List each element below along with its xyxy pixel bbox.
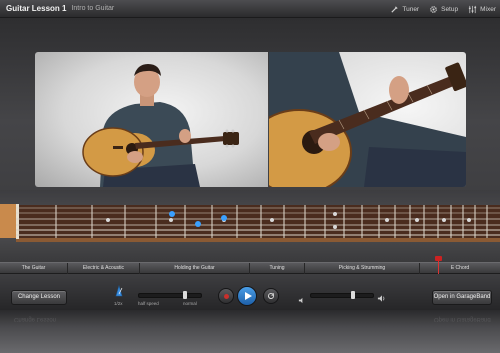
open-in-garageband-button[interactable]: Open in GarageBand (432, 290, 492, 305)
instructor-video-wide (35, 52, 268, 187)
setup-gear-icon (429, 5, 438, 14)
lesson-subtitle: Intro to Guitar (71, 5, 115, 12)
chapter-e-chord[interactable]: E Chord (420, 263, 500, 274)
tuner-label: Tuner (402, 5, 420, 13)
loop-icon (267, 287, 275, 305)
volume-slider[interactable] (310, 291, 374, 299)
speed-slider-thumb[interactable] (183, 291, 187, 299)
fretboard (0, 204, 500, 242)
tuner-icon (390, 5, 399, 14)
volume-high-icon (377, 290, 386, 308)
volume-low-icon (298, 291, 305, 309)
mixer-button[interactable]: Mixer (468, 5, 496, 14)
chapter-picking-strumming[interactable]: Picking & Strumming (305, 263, 420, 274)
mixer-label: Mixer (480, 5, 496, 13)
lesson-chapters-bar: The Guitar Electric & Acoustic Holding t… (0, 262, 500, 274)
loop-button[interactable] (263, 288, 279, 304)
control-bar: Change Lesson 1/2x half speed normal Ope… (0, 274, 500, 311)
chapter-the-guitar[interactable]: The Guitar (0, 263, 68, 274)
chapter-tuning[interactable]: Tuning (250, 263, 305, 274)
chapter-holding-the-guitar[interactable]: Holding the Guitar (140, 263, 250, 274)
record-button[interactable] (218, 288, 234, 304)
mixer-icon (468, 5, 477, 14)
speed-slider[interactable] (138, 291, 202, 299)
metronome-icon[interactable] (114, 284, 124, 302)
setup-button[interactable]: Setup (429, 5, 458, 14)
setup-label: Setup (441, 5, 459, 13)
play-icon (244, 292, 252, 300)
speed-normal-label: normal (183, 301, 197, 306)
title-bar: Guitar Lesson 1 Intro to Guitar Tuner Se… (0, 0, 500, 18)
speed-half-label: 1/2x (114, 301, 123, 306)
record-icon (223, 293, 229, 299)
speed-mid-label: half speed (138, 301, 159, 306)
floor-reflection: Change Lesson Open in GarageBand (0, 310, 500, 353)
chapter-electric-acoustic[interactable]: Electric & Acoustic (68, 263, 140, 274)
instructor-video-closeup (269, 52, 466, 187)
reflection-open-garageband: Open in GarageBand (434, 316, 491, 322)
playhead-handle[interactable] (435, 256, 442, 261)
lesson-title: Guitar Lesson 1 (6, 4, 67, 13)
change-lesson-button[interactable]: Change Lesson (11, 290, 67, 305)
reflection-change-lesson: Change Lesson (14, 316, 57, 322)
video-stage (0, 18, 500, 190)
title-tools: Tuner Setup Mixer (380, 0, 496, 18)
instructor-figure-image (82, 64, 239, 187)
fretboard-area (0, 190, 500, 262)
play-button[interactable] (237, 286, 257, 306)
closeup-figure-image (269, 52, 466, 187)
tuner-button[interactable]: Tuner (390, 5, 419, 14)
volume-slider-thumb[interactable] (351, 291, 355, 299)
